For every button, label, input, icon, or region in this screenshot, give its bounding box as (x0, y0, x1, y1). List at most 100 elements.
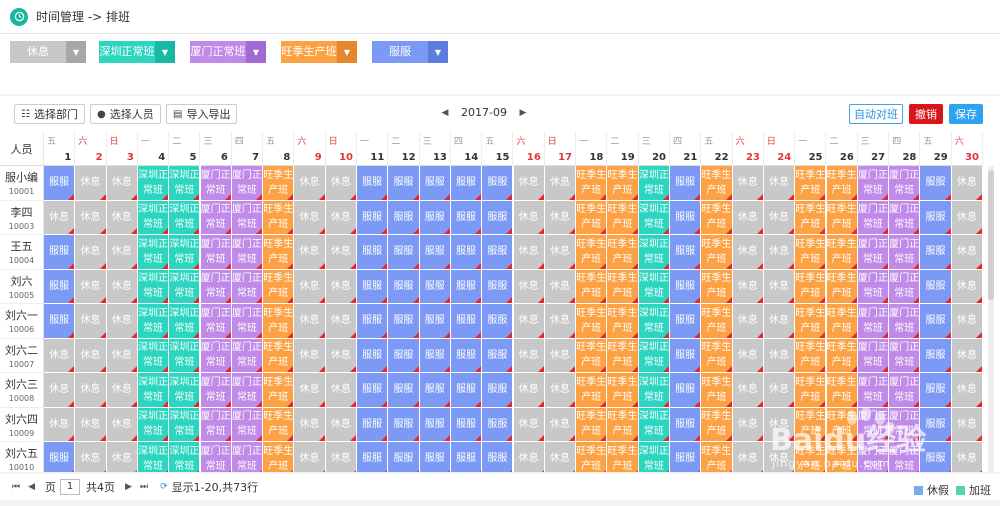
shift-cell[interactable]: 休息 (44, 200, 76, 235)
shift-cell[interactable]: 旺季生 产班 (263, 304, 295, 339)
shift-cell[interactable]: 休息 (732, 304, 764, 339)
shift-cell[interactable]: 休息 (75, 373, 107, 408)
shift-cell[interactable]: 厦门正 常班 (889, 166, 921, 201)
shift-cell[interactable]: 服服 (419, 200, 451, 235)
shift-cell[interactable]: 休息 (544, 407, 577, 442)
shift-cell[interactable]: 休息 (325, 269, 357, 304)
shift-cell[interactable]: 厦门正 常班 (200, 166, 232, 201)
shift-cell[interactable]: 旺季生 产班 (576, 338, 608, 373)
shift-cell[interactable]: 服服 (482, 166, 514, 201)
shift-cell[interactable]: 服服 (388, 442, 420, 472)
chevron-down-icon[interactable]: ▼ (155, 41, 175, 63)
shift-cell[interactable]: 厦门正 常班 (857, 166, 890, 201)
shift-cell[interactable]: 休息 (763, 304, 796, 339)
shift-cell[interactable]: 厦门正 常班 (231, 166, 264, 201)
refresh-icon[interactable]: ⟳ (160, 482, 168, 492)
shift-cell[interactable]: 服服 (482, 304, 514, 339)
shift-cell[interactable]: 深圳正 常班 (137, 304, 170, 339)
shift-cell[interactable]: 服服 (482, 373, 514, 408)
shift-cell[interactable]: 厦门正 常班 (200, 269, 232, 304)
shift-cell[interactable]: 服服 (357, 373, 389, 408)
shift-cell[interactable]: 服服 (920, 304, 952, 339)
shift-cell[interactable]: 休息 (75, 304, 107, 339)
shift-cell[interactable]: 休息 (732, 407, 764, 442)
shift-cell[interactable]: 旺季生 产班 (826, 304, 858, 339)
shift-cell[interactable]: 旺季生 产班 (263, 442, 295, 472)
shift-cell[interactable]: 休息 (75, 235, 107, 270)
shift-cell[interactable]: 旺季生 产班 (263, 407, 295, 442)
shift-cell[interactable]: 休息 (294, 235, 326, 270)
shift-cell[interactable]: 服服 (482, 200, 514, 235)
shift-cell[interactable]: 厦门正 常班 (889, 373, 921, 408)
shift-cell[interactable]: 旺季生 产班 (576, 442, 608, 472)
shift-cell[interactable]: 休息 (763, 338, 796, 373)
shift-cell[interactable]: 深圳正 常班 (638, 269, 670, 304)
shift-cell[interactable]: 服服 (670, 338, 702, 373)
shift-cell[interactable]: 旺季生 产班 (607, 373, 639, 408)
shift-cell[interactable]: 厦门正 常班 (200, 442, 232, 472)
shift-cell[interactable]: 深圳正 常班 (638, 373, 670, 408)
shift-cell[interactable]: 服服 (920, 373, 952, 408)
prev-page-icon[interactable]: ◀ (28, 482, 35, 492)
shift-cell[interactable]: 旺季生 产班 (576, 373, 608, 408)
shift-cell[interactable]: 服服 (419, 269, 451, 304)
shift-cell[interactable]: 厦门正 常班 (231, 442, 264, 472)
shift-cell[interactable]: 休息 (294, 200, 326, 235)
shift-cell[interactable]: 旺季生 产班 (701, 200, 733, 235)
shift-cell[interactable]: 休息 (513, 235, 545, 270)
vertical-scrollbar[interactable] (988, 166, 994, 472)
shift-cell[interactable]: 厦门正 常班 (857, 373, 890, 408)
shift-cell[interactable]: 深圳正 常班 (169, 235, 201, 270)
shift-cell[interactable]: 服服 (920, 200, 952, 235)
shift-cell[interactable]: 深圳正 常班 (638, 235, 670, 270)
shift-cell[interactable]: 服服 (388, 338, 420, 373)
shift-cell[interactable]: 服服 (357, 407, 389, 442)
shift-cell[interactable]: 服服 (920, 338, 952, 373)
shift-cell[interactable]: 服服 (482, 235, 514, 270)
shift-cell[interactable]: 休息 (763, 373, 796, 408)
shift-cell[interactable]: 服服 (482, 269, 514, 304)
shift-cell[interactable]: 休息 (513, 442, 545, 472)
first-page-icon[interactable]: ⏮ (12, 482, 20, 492)
last-page-icon[interactable]: ⏭ (140, 482, 148, 492)
shift-cell[interactable]: 深圳正 常班 (169, 304, 201, 339)
shift-cell[interactable]: 休息 (513, 200, 545, 235)
shift-cell[interactable]: 服服 (450, 166, 483, 201)
shift-cell[interactable]: 服服 (388, 407, 420, 442)
shift-cell[interactable]: 旺季生 产班 (576, 200, 608, 235)
shift-cell[interactable]: 服服 (670, 200, 702, 235)
shift-cell[interactable]: 休息 (106, 304, 138, 339)
shift-cell[interactable]: 服服 (450, 200, 483, 235)
shift-cell[interactable]: 旺季生 产班 (607, 200, 639, 235)
shift-cell[interactable]: 服服 (388, 269, 420, 304)
shift-cell[interactable]: 深圳正 常班 (169, 373, 201, 408)
shift-cell[interactable]: 深圳正 常班 (137, 407, 170, 442)
shift-cell[interactable]: 服服 (450, 235, 483, 270)
shift-cell[interactable]: 休息 (513, 269, 545, 304)
shift-cell[interactable]: 深圳正 常班 (638, 304, 670, 339)
shift-cell[interactable]: 深圳正 常班 (169, 166, 201, 201)
shift-cell[interactable]: 休息 (294, 373, 326, 408)
shift-cell[interactable]: 服服 (388, 235, 420, 270)
shift-cell[interactable]: 休息 (75, 269, 107, 304)
shift-cell[interactable]: 厦门正 常班 (889, 235, 921, 270)
shift-cell[interactable]: 旺季生 产班 (795, 166, 827, 201)
shift-cell[interactable]: 服服 (450, 407, 483, 442)
shift-cell[interactable]: 旺季生 产班 (701, 269, 733, 304)
shift-cell[interactable]: 休息 (325, 235, 357, 270)
shift-cell[interactable]: 休息 (951, 373, 983, 408)
shift-cell[interactable]: 休息 (544, 304, 577, 339)
shift-cell[interactable]: 深圳正 常班 (137, 235, 170, 270)
shift-cell[interactable]: 旺季生 产班 (263, 200, 295, 235)
shift-cell[interactable]: 休息 (732, 373, 764, 408)
shift-cell[interactable]: 服服 (670, 269, 702, 304)
shift-cell[interactable]: 服服 (450, 269, 483, 304)
shift-cell[interactable]: 服服 (450, 442, 483, 472)
shift-cell[interactable]: 厦门正 常班 (231, 338, 264, 373)
shift-cell[interactable]: 休息 (951, 442, 983, 472)
shift-cell[interactable]: 旺季生 产班 (607, 407, 639, 442)
shift-cell[interactable]: 休息 (106, 338, 138, 373)
shift-cell[interactable]: 服服 (670, 407, 702, 442)
shift-cell[interactable]: 服服 (419, 442, 451, 472)
shift-cell[interactable]: 服服 (920, 269, 952, 304)
